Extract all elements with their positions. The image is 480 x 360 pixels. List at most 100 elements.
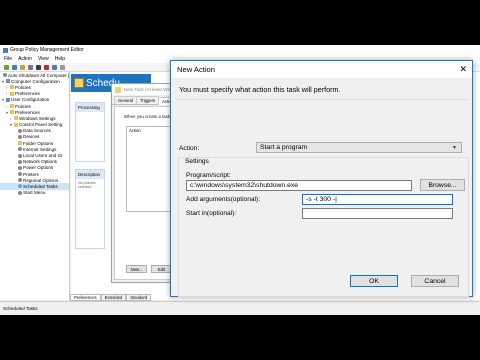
cancel-button[interactable]: Cancel — [411, 275, 459, 287]
toolbar-button[interactable] — [12, 64, 17, 70]
main-window-titlebar: Group Policy Management Editor — [0, 45, 480, 55]
tree-item-label: Regional Options — [23, 177, 59, 183]
tree-item-label: Folder Options — [23, 140, 54, 146]
tree-expander[interactable]: › — [6, 91, 9, 96]
chevron-down-icon: ▼ — [452, 144, 457, 151]
tree-item-label: Start Menu — [23, 190, 46, 196]
description-label: Description — [76, 170, 104, 179]
tree-item-label: Data Sources — [23, 128, 51, 134]
tab-standard[interactable]: Standard — [126, 293, 152, 301]
view-tabs: Preferences Extended Standard — [70, 293, 165, 301]
toolbar-button[interactable] — [52, 64, 57, 70]
gear-icon — [18, 147, 22, 152]
toolbar-button[interactable] — [28, 64, 33, 70]
toolbar-button[interactable] — [60, 64, 65, 70]
tree-item-label: Internet Settings — [23, 146, 57, 152]
folder-icon — [10, 104, 14, 109]
pc-icon — [6, 97, 10, 102]
toolbar-button[interactable] — [4, 64, 9, 70]
description-panel: Description No policies selected — [75, 169, 105, 249]
gear-icon — [18, 190, 22, 195]
tab-general[interactable]: General — [114, 96, 137, 104]
folder-icon — [18, 141, 22, 146]
main-window-title: Group Policy Management Editor — [10, 47, 84, 53]
folder-icon — [10, 110, 14, 115]
tree-item-label: Computer Configuration — [11, 78, 60, 84]
processing-label: Processing — [76, 103, 104, 112]
tab-extended[interactable]: Extended — [100, 293, 127, 301]
tree-item-label: Preferences — [15, 109, 40, 115]
tree-item-label: Auto Shutdown All Computer [ — [8, 72, 70, 78]
toolbar-button[interactable] — [36, 64, 41, 70]
toolbar-button[interactable] — [20, 64, 25, 70]
browse-button[interactable]: Browse... — [420, 179, 465, 191]
new-action-dialog-controls: Start a program ▼ Settings Program/scrip… — [170, 60, 473, 297]
gear-icon — [3, 73, 7, 78]
gpm-app-icon — [3, 47, 8, 53]
program-label: Program/script: — [186, 172, 231, 179]
folder-icon — [10, 91, 14, 96]
tree-expander[interactable]: › — [10, 116, 13, 121]
tree-item-label: Control Panel Setting — [19, 122, 63, 128]
folder-icon — [10, 85, 14, 90]
tab-preferences[interactable]: Preferences — [70, 293, 101, 301]
folder-icon — [14, 116, 18, 121]
menu-file[interactable]: File — [4, 56, 12, 62]
tree-expander[interactable]: › — [6, 85, 9, 90]
processing-panel: Processing — [75, 102, 105, 162]
gear-icon — [18, 159, 22, 164]
settings-label: Settings — [184, 158, 210, 165]
gear-icon — [18, 172, 22, 177]
ok-button[interactable]: OK — [350, 275, 398, 287]
menu-view[interactable]: View — [38, 56, 49, 62]
tree-item-label: Local Users and Gr — [23, 153, 63, 159]
tree-item-label: User Configuration — [11, 97, 50, 103]
properties-instruction: When you create a task, y — [124, 114, 175, 119]
gear-icon — [18, 165, 22, 170]
tree-item-label: Preferences — [15, 91, 40, 97]
tree-item-label: Power Options — [23, 165, 54, 171]
args-input[interactable]: -s -t 300 -| — [302, 194, 453, 205]
tree-expander[interactable]: ▾ — [10, 122, 13, 127]
toolbar-button[interactable] — [44, 64, 49, 70]
status-bar: Scheduled Tasks — [0, 301, 480, 315]
gear-icon — [18, 134, 22, 139]
status-text: Scheduled Tasks — [3, 306, 38, 311]
tree-item-label: Windows Settings — [19, 115, 56, 121]
tab-triggers[interactable]: Triggers — [135, 96, 160, 104]
edit-action-button[interactable]: Edit — [151, 265, 172, 273]
tree-item-label: Policies — [15, 84, 31, 90]
tree-expander[interactable]: ▾ — [2, 97, 5, 102]
gear-icon — [18, 178, 22, 183]
start-in-label: Start in(optional): — [186, 210, 237, 217]
tree-item-label: Scheduled Tasks — [23, 183, 58, 189]
menu-action[interactable]: Action — [18, 56, 32, 62]
args-label: Add arguments(optional): — [186, 196, 261, 203]
tree-item-label: Devices — [23, 134, 40, 140]
tree-item-label: Policies — [15, 103, 31, 109]
tree-item-label: Printers — [23, 171, 39, 177]
start-in-input[interactable] — [302, 208, 453, 219]
task-icon — [115, 86, 121, 93]
tree-item[interactable]: ▾ Computer Configuration — [0, 78, 69, 84]
tree-item[interactable]: Start Menu — [0, 190, 69, 196]
gear-icon — [18, 153, 22, 158]
pc-icon — [6, 79, 10, 84]
action-select[interactable]: Start a program ▼ — [256, 142, 462, 153]
clock-icon — [74, 78, 84, 88]
tree-item[interactable]: Auto Shutdown All Computer [ — [0, 72, 69, 78]
tree-expander[interactable]: ▾ — [2, 79, 5, 84]
action-select-value: Start a program — [260, 144, 308, 151]
new-action-button[interactable]: New... — [126, 265, 147, 273]
program-input[interactable]: c:\windows\system32\shutdown.exe — [186, 180, 412, 191]
folder-icon — [14, 122, 18, 127]
gear-icon — [18, 128, 22, 133]
navigation-tree: Auto Shutdown All Computer [▾ Computer Co… — [0, 72, 70, 300]
clock-icon — [18, 184, 22, 189]
tree-item-label: Network Options — [23, 159, 57, 165]
tree-expander[interactable]: › — [6, 104, 9, 109]
tree-item[interactable]: ▾ Control Panel Setting — [0, 122, 69, 128]
tree-expander[interactable]: ▾ — [6, 110, 9, 115]
menu-help[interactable]: Help — [55, 56, 65, 62]
description-text: No policies selected — [78, 181, 96, 189]
